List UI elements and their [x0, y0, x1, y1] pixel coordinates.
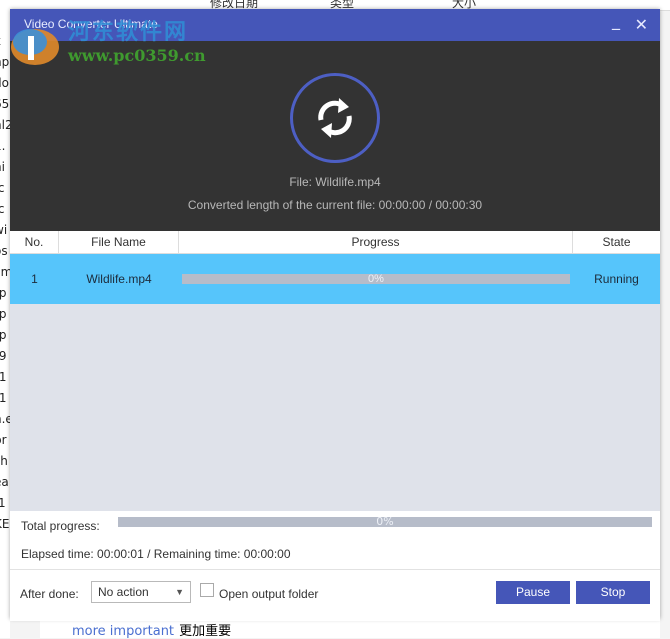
- background-file-item: wi: [0, 223, 8, 237]
- background-file-list: cxnpdo65nl21.hi.c.cwioscmrprprpr9r1r1n.e…: [0, 10, 10, 638]
- background-file-item: KE: [0, 517, 10, 531]
- total-progress-label: Total progress:: [21, 519, 100, 533]
- stop-button[interactable]: Stop: [576, 581, 650, 604]
- background-file-item: .c: [0, 202, 5, 216]
- action-bar: After done: No action ▼ Open output fold…: [10, 570, 660, 621]
- row-state: Running: [594, 272, 639, 286]
- background-file-item: r9: [0, 349, 7, 363]
- background-link: more important: [72, 624, 175, 639]
- background-file-item: 65: [0, 97, 10, 111]
- conversion-status-panel: File: Wildlife.mp4 Converted length of t…: [10, 41, 660, 231]
- watermark-logo-icon: [11, 29, 59, 65]
- column-header-state[interactable]: State: [573, 231, 660, 253]
- background-file-item: r1: [0, 370, 7, 384]
- background-file-item: rp: [0, 328, 7, 342]
- minimize-button[interactable]: _: [612, 11, 620, 30]
- watermark-url: www.pc0359.cn: [68, 46, 206, 65]
- elapsed-time-label: Elapsed time: 00:00:01 / Remaining time:…: [21, 547, 291, 561]
- background-file-item: nl2: [0, 118, 10, 132]
- after-done-label: After done:: [20, 587, 79, 601]
- open-output-folder-checkbox[interactable]: [200, 583, 214, 597]
- progress-footer: Total progress: 0% Elapsed time: 00:00:0…: [10, 511, 660, 621]
- open-output-folder-label[interactable]: Open output folder: [219, 587, 318, 601]
- converted-length-label: Converted length of the current file: 00…: [187, 198, 483, 212]
- watermark-site-name: 河东软件网: [68, 20, 189, 45]
- converter-dialog: Video Converter Ultimate _ ✕ File: Wildl…: [10, 9, 660, 621]
- total-progress-bar: 0%: [118, 515, 652, 528]
- current-file-label: File: Wildlife.mp4: [289, 175, 381, 189]
- row-progress-label: 0%: [368, 273, 384, 285]
- background-file-item: os: [0, 244, 8, 258]
- after-done-value: No action: [98, 585, 149, 599]
- background-file-item: ea: [0, 475, 9, 489]
- background-file-item: pr: [0, 433, 7, 447]
- background-bottom-text: more important 更加重要: [40, 620, 660, 639]
- background-file-item: do: [0, 76, 9, 90]
- background-file-item: hi: [0, 160, 5, 174]
- row-progress: 0%: [179, 273, 573, 285]
- background-file-item: rp: [0, 307, 7, 321]
- background-file-item: /1: [0, 496, 6, 510]
- row-progress-bar: 0%: [182, 273, 570, 285]
- background-file-item: 1.: [0, 139, 6, 153]
- file-table: No. File Name Progress State 1 Wildlife.…: [10, 231, 660, 511]
- background-text: 更加重要: [179, 624, 232, 639]
- after-done-select[interactable]: No action ▼: [91, 581, 191, 603]
- background-file-item: rp: [0, 286, 7, 300]
- column-header-progress[interactable]: Progress: [179, 231, 573, 253]
- pause-button[interactable]: Pause: [496, 581, 570, 604]
- row-file-name: Wildlife.mp4: [86, 272, 152, 286]
- close-button[interactable]: ✕: [635, 15, 648, 34]
- table-header: No. File Name Progress State: [10, 231, 660, 254]
- refresh-icon: [290, 73, 380, 163]
- background-file-item: n.e: [0, 412, 10, 426]
- row-number: 1: [31, 272, 38, 286]
- background-file-item: r1: [0, 391, 7, 405]
- table-row[interactable]: 1 Wildlife.mp4 0% Running: [10, 254, 660, 304]
- total-progress-value: 0%: [376, 515, 394, 528]
- background-file-item: cm: [0, 265, 10, 279]
- column-header-file-name[interactable]: File Name: [59, 231, 179, 253]
- chevron-down-icon: ▼: [175, 587, 184, 597]
- column-header-no[interactable]: No.: [10, 231, 59, 253]
- background-file-item: sh: [0, 454, 8, 468]
- background-file-item: .c: [0, 181, 5, 195]
